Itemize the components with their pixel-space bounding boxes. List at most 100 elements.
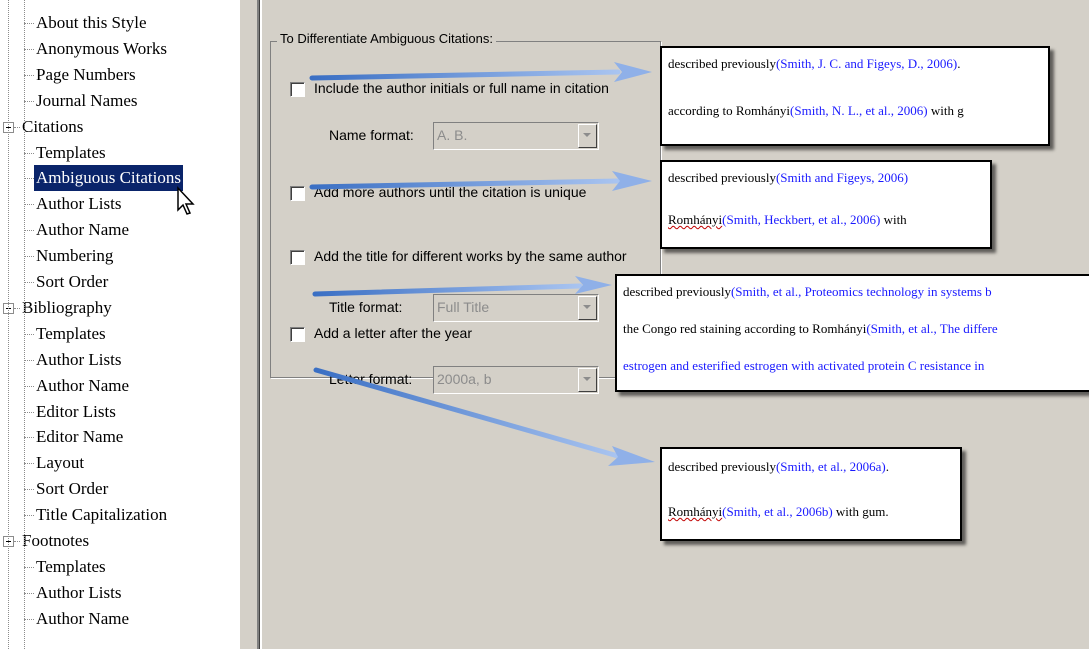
tree-item[interactable]: Author Name xyxy=(0,217,240,243)
tree-item-label: Author Lists xyxy=(36,349,122,369)
add-letter-checkbox[interactable] xyxy=(290,327,305,342)
name-format-label: Name format: xyxy=(329,127,414,143)
include-initials-checkbox[interactable] xyxy=(290,82,305,97)
tree-item-label: Ambiguous Citations xyxy=(34,165,183,192)
name-format-value: A. B. xyxy=(437,127,468,143)
example-text: . xyxy=(885,459,889,474)
tree-item[interactable]: Author Lists xyxy=(0,580,240,606)
example-text: described previously xyxy=(668,170,776,185)
letter-format-value: 2000a, b xyxy=(437,371,492,387)
more-authors-checkbox[interactable] xyxy=(290,186,305,201)
tree-connector xyxy=(14,541,20,542)
tree-item[interactable]: Page Numbers xyxy=(0,62,240,88)
tree-item[interactable]: Layout xyxy=(0,450,240,476)
tree-connector xyxy=(14,126,20,128)
style-tree: About this Style Anonymous Works Page Numb… xyxy=(0,0,240,649)
tree-connector xyxy=(24,23,34,24)
chevron-down-icon[interactable] xyxy=(578,124,597,148)
tree-item-label: Bibliography xyxy=(22,297,112,317)
tree-item-label: Anonymous Works xyxy=(36,38,168,58)
tree-connector xyxy=(24,359,34,361)
add-title-checkbox[interactable] xyxy=(290,250,305,265)
example-text: Romhányi xyxy=(668,212,723,227)
chevron-down-icon[interactable] xyxy=(578,296,597,320)
example-citation: (Smith, et al., 2006a) xyxy=(775,459,886,474)
tree-connector xyxy=(24,256,34,258)
tree-connector xyxy=(24,0,25,649)
tree-item-label: Author Lists xyxy=(36,582,122,602)
title-format-select[interactable]: Full Title xyxy=(433,294,599,322)
example-text: described previously xyxy=(668,459,776,474)
tree-item-label: Citations xyxy=(22,116,84,136)
example-line: described previously(Smith, et al., Prot… xyxy=(623,284,992,300)
title-format-value: Full Title xyxy=(437,299,490,315)
tree-connector xyxy=(24,566,34,568)
tree-connector xyxy=(24,618,34,620)
example-line: Romhányi(Smith, Heckbert, et al., 2006) … xyxy=(668,212,907,228)
example-citation: (Smith, et al., 2006b) xyxy=(722,504,833,519)
example-line: according to Romhányi(Smith, N. L., et a… xyxy=(668,103,964,119)
example-text: described previously xyxy=(668,56,776,71)
tree-item[interactable]: Templates xyxy=(0,321,240,347)
example-line: estrogen and esterified estrogen with ac… xyxy=(623,358,984,374)
example-line: described previously(Smith and Figeys, 2… xyxy=(668,170,908,186)
example-citation: (Smith, et al., Proteomics technology in… xyxy=(730,284,992,299)
tree-item[interactable]: Author Lists xyxy=(0,347,240,373)
example-line: described previously(Smith, et al., 2006… xyxy=(668,459,889,475)
tree-item[interactable]: Editor Lists xyxy=(0,399,240,425)
example-text: the Congo red staining according to Romh… xyxy=(623,321,867,336)
include-initials-label[interactable]: Include the author initials or full name… xyxy=(314,80,609,96)
tree-item[interactable]: Author Name xyxy=(0,606,240,632)
tree-node[interactable]: Footnotes xyxy=(0,528,240,554)
tree-item-label: Footnotes xyxy=(22,531,90,550)
tree-item[interactable]: Title Capitalization xyxy=(0,502,240,528)
tree-item-label: Sort Order xyxy=(36,272,109,291)
tree-item[interactable]: Sort Order xyxy=(0,476,240,502)
name-format-select[interactable]: A. B. xyxy=(433,122,599,150)
example-text: described previously xyxy=(623,284,731,299)
splitter-edge xyxy=(257,0,260,649)
tree-item[interactable]: Anonymous Works xyxy=(0,36,240,62)
tree-item[interactable]: About this Style xyxy=(0,10,240,36)
more-authors-label[interactable]: Add more authors until the citation is u… xyxy=(314,184,586,200)
tree-item-label: Editor Name xyxy=(36,427,124,447)
tree-node[interactable]: Citations xyxy=(0,114,240,140)
tree-connector xyxy=(8,0,9,649)
tree-item[interactable]: Ambiguous Citations xyxy=(0,165,240,192)
chevron-down-icon[interactable] xyxy=(578,368,597,392)
example-citation: (Smith, et al., The differe xyxy=(866,321,998,336)
tree-item[interactable]: Editor Name xyxy=(0,424,240,450)
tree-connector xyxy=(24,411,34,413)
tree-item-label: Editor Lists xyxy=(36,401,116,421)
tree-item[interactable]: Numbering xyxy=(0,243,240,269)
tree-item-label: Sort Order xyxy=(36,479,109,499)
example-line: Romhányi(Smith, et al., 2006b) with gum. xyxy=(668,504,889,520)
example-citation: (Smith, J. C. and Figeys, D., 2006) xyxy=(775,56,958,71)
tree-connector xyxy=(24,48,34,50)
example-line: described previously(Smith, J. C. and Fi… xyxy=(668,56,961,72)
add-title-label[interactable]: Add the title for different works by the… xyxy=(314,248,627,264)
example-authors-callout: described previously(Smith and Figeys, 2… xyxy=(660,160,992,249)
tree-connector xyxy=(24,74,34,76)
tree-item[interactable]: Author Lists xyxy=(0,191,240,217)
tree-connector xyxy=(24,100,34,102)
example-citation: (Smith, Heckbert, et al., 2006) xyxy=(722,212,881,227)
example-text: according to Romhányi xyxy=(668,103,791,118)
tree-node[interactable]: Bibliography xyxy=(0,295,240,321)
add-letter-label[interactable]: Add a letter after the year xyxy=(314,325,472,341)
example-letter-callout: described previously(Smith, et al., 2006… xyxy=(660,447,962,541)
tree-item[interactable]: Author Name xyxy=(0,373,240,399)
tree-connector xyxy=(24,437,34,439)
letter-format-select[interactable]: 2000a, b xyxy=(433,366,599,394)
example-citation: estrogen and esterified estrogen with ac… xyxy=(623,358,985,373)
tree-connector xyxy=(24,178,34,180)
tree-item[interactable]: Templates xyxy=(0,140,240,166)
pane-splitter[interactable] xyxy=(240,0,260,649)
tree-item[interactable]: Journal Names xyxy=(0,88,240,114)
tree-item-label: Templates xyxy=(36,323,106,343)
example-line: the Congo red staining according to Romh… xyxy=(623,321,998,337)
tree-item[interactable]: Templates xyxy=(0,554,240,580)
tree-item[interactable]: Sort Order xyxy=(0,269,240,295)
tree-item-label: About this Style xyxy=(36,13,147,32)
tree-item-label: Author Lists xyxy=(36,194,122,214)
